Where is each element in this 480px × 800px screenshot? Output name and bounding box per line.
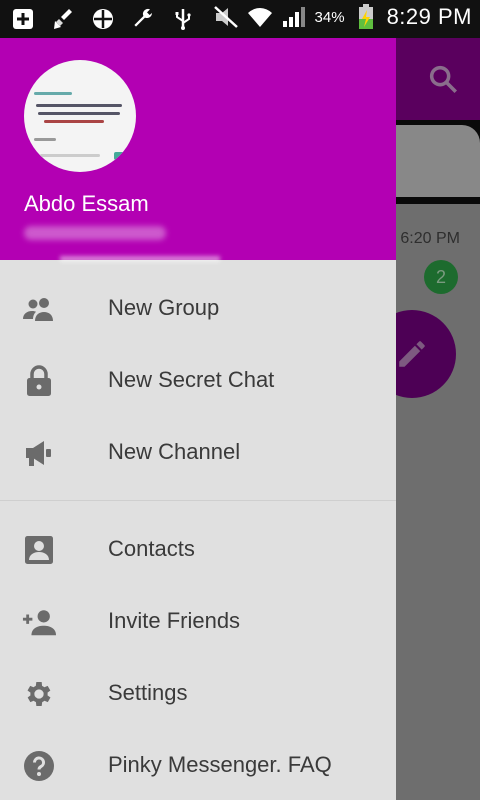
status-bar: 34% 8:29 PM: [0, 0, 480, 38]
menu-item-label: Invite Friends: [108, 608, 241, 633]
menu-item-label: New Group: [108, 295, 220, 320]
menu-item-contacts[interactable]: Contacts: [0, 513, 396, 585]
menu-item-faq[interactable]: Pinky Messenger. FAQ: [0, 729, 396, 800]
mute-icon: [213, 4, 239, 30]
drawer-header: Abdo Essam: [0, 38, 396, 262]
user-phone-redacted: [24, 226, 166, 240]
navigation-drawer: Abdo Essam New Group New Secret Chat New…: [0, 38, 396, 800]
lock-icon: [22, 365, 56, 396]
menu-divider: [0, 500, 396, 501]
menu-item-label: New Secret Chat: [108, 367, 275, 392]
add-box-icon: [10, 6, 36, 32]
search-icon: [426, 62, 460, 96]
signal-icon: [281, 4, 307, 30]
menu-item-label: Settings: [108, 680, 188, 705]
megaphone-icon: [22, 438, 56, 468]
menu-item-invite-friends[interactable]: Invite Friends: [0, 585, 396, 657]
pencil-icon: [399, 341, 425, 367]
avatar[interactable]: [24, 60, 136, 172]
menu-item-new-secret-chat[interactable]: New Secret Chat: [0, 344, 396, 416]
battery-percent: 34%: [314, 8, 345, 26]
menu-item-label: Contacts: [108, 536, 195, 561]
contact-card-icon: [22, 535, 56, 565]
help-icon: [22, 751, 56, 781]
clock: 8:29 PM: [386, 4, 472, 29]
menu-item-label: New Channel: [108, 439, 241, 464]
menu-item-label: Pinky Messenger. FAQ: [108, 752, 332, 777]
menu-item-settings[interactable]: Settings: [0, 657, 396, 729]
usb-icon: [170, 6, 196, 32]
chat-time: 6:20 PM: [400, 230, 460, 247]
unread-badge: 2: [424, 260, 458, 294]
broom-icon: [50, 6, 76, 32]
user-name: Abdo Essam: [24, 191, 149, 216]
gear-icon: [22, 679, 56, 709]
menu-item-new-channel[interactable]: New Channel: [0, 416, 396, 488]
battery-charging-icon: [353, 4, 379, 30]
add-person-icon: [22, 607, 56, 637]
header-smudge: [60, 256, 220, 262]
drawer-menu: New Group New Secret Chat New Channel Co…: [0, 272, 396, 800]
wifi-icon: [247, 4, 273, 30]
group-icon: [22, 294, 56, 324]
wrench-icon: [130, 6, 156, 32]
menu-item-new-group[interactable]: New Group: [0, 272, 396, 344]
globe-icon: [90, 6, 116, 32]
